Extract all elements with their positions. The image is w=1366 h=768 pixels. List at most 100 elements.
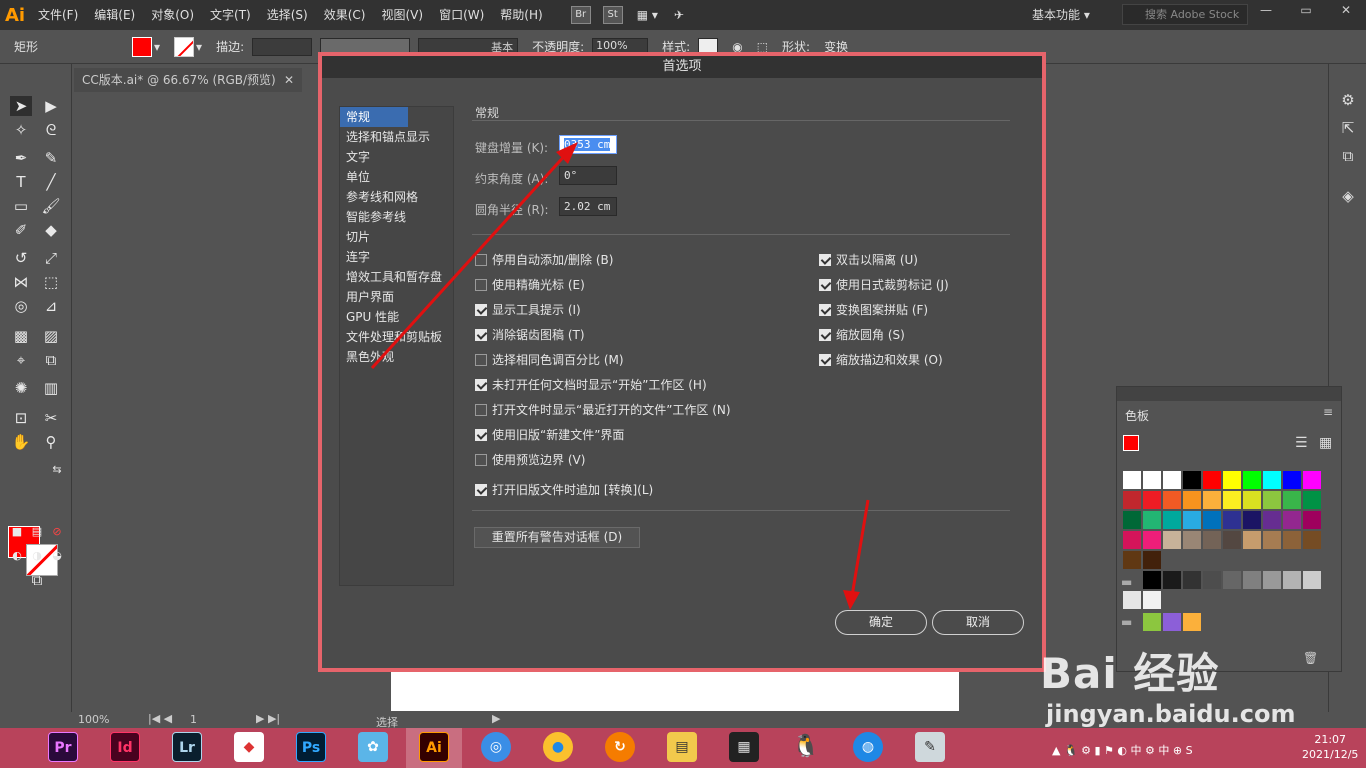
premiere-icon[interactable]: Pr: [48, 732, 78, 762]
color-swatch[interactable]: [1183, 471, 1201, 489]
scale-tool-icon[interactable]: ⤢: [40, 248, 62, 268]
stroke-color-swatch[interactable]: [174, 36, 195, 57]
option-checkbox[interactable]: 打开旧版文件时追加 [转换](L): [475, 481, 653, 498]
color-swatch[interactable]: [1123, 471, 1141, 489]
color-swatch[interactable]: [1283, 511, 1301, 529]
unchecked-box-icon[interactable]: [475, 278, 487, 291]
menu-file[interactable]: 文件(F): [30, 0, 86, 30]
gray-swatch[interactable]: [1243, 571, 1261, 589]
color-swatch[interactable]: [1243, 491, 1261, 509]
direct-selection-tool-icon[interactable]: ▶: [40, 96, 62, 116]
rotate-tool-icon[interactable]: ↺: [10, 248, 32, 268]
color-swatch[interactable]: [1243, 471, 1261, 489]
color-swatch[interactable]: [1263, 531, 1281, 549]
color-swatch[interactable]: [1143, 491, 1161, 509]
curvature-tool-icon[interactable]: ✎: [40, 148, 62, 168]
color-swatch[interactable]: [1123, 511, 1141, 529]
lightroom-icon[interactable]: Lr: [172, 732, 202, 762]
file-explorer-icon[interactable]: ▤: [667, 732, 697, 762]
gradient-mode-icon[interactable]: ▤: [26, 522, 48, 542]
category-item[interactable]: 用户界面: [340, 287, 453, 307]
checked-box-icon[interactable]: [819, 353, 831, 366]
illustrator-icon[interactable]: Ai: [419, 732, 449, 762]
eyedropper-tool-icon[interactable]: ⌖: [10, 350, 32, 370]
system-tray[interactable]: ▲ 🐧 ⚙ ▮ ⚑ ◐ 中 ⚙ 中 ⊕ S: [1052, 742, 1193, 758]
color-swatch[interactable]: [1283, 471, 1301, 489]
checked-box-icon[interactable]: [819, 303, 831, 316]
color-swatch[interactable]: [1263, 491, 1281, 509]
color-swatch[interactable]: [1203, 471, 1221, 489]
checked-box-icon[interactable]: [475, 328, 487, 341]
option-checkbox[interactable]: 使用精确光标 (E): [475, 276, 585, 293]
menu-edit[interactable]: 编辑(E): [86, 0, 143, 30]
panel-header[interactable]: [1117, 387, 1341, 401]
qq-icon[interactable]: 🐧: [791, 732, 821, 762]
screen-mode-icon[interactable]: ⧉: [26, 570, 48, 590]
close-icon[interactable]: ✕: [1326, 0, 1366, 20]
layers-icon[interactable]: ◈: [1338, 186, 1358, 206]
color-swatch[interactable]: [1303, 471, 1321, 489]
perspective-grid-tool-icon[interactable]: ⊿: [40, 296, 62, 316]
gray-swatch[interactable]: [1143, 591, 1161, 609]
menu-type[interactable]: 文字(T): [202, 0, 259, 30]
category-item[interactable]: 单位: [340, 167, 453, 187]
color-swatch[interactable]: [1163, 471, 1181, 489]
browser2-icon[interactable]: ◍: [853, 732, 883, 762]
category-item[interactable]: 增效工具和暂存盘: [340, 267, 453, 287]
stock-search-input[interactable]: 搜索 Adobe Stock: [1122, 4, 1248, 25]
stock-button[interactable]: St: [602, 6, 623, 24]
unchecked-box-icon[interactable]: [475, 453, 487, 466]
category-item[interactable]: GPU 性能: [340, 307, 453, 327]
chrome-icon[interactable]: ●: [543, 732, 573, 762]
blend-tool-icon[interactable]: ⧉: [40, 350, 62, 370]
indesign-icon[interactable]: Id: [110, 732, 140, 762]
menu-effect[interactable]: 效果(C): [316, 0, 374, 30]
color-swatch[interactable]: [1303, 511, 1321, 529]
photoshop-icon[interactable]: Ps: [296, 732, 326, 762]
gray-swatch[interactable]: [1263, 571, 1281, 589]
option-checkbox[interactable]: 打开文件时显示“最近打开的文件”工作区 (N): [475, 401, 731, 418]
gradient-tool-icon[interactable]: ▨: [40, 326, 62, 346]
symbol-sprayer-tool-icon[interactable]: ✺: [10, 378, 32, 398]
width-tool-icon[interactable]: ⋈: [10, 272, 32, 292]
search-app-icon[interactable]: ◎: [481, 732, 511, 762]
group-swatch[interactable]: [1183, 613, 1201, 631]
color-swatch[interactable]: [1243, 531, 1261, 549]
color-swatch[interactable]: [1143, 471, 1161, 489]
artboard-canvas[interactable]: [391, 672, 959, 712]
color-swatch[interactable]: [1123, 531, 1141, 549]
option-checkbox[interactable]: 使用日式裁剪标记 (J): [819, 276, 949, 293]
slice-tool-icon[interactable]: ✂: [40, 408, 62, 428]
color-swatch[interactable]: [1223, 471, 1241, 489]
menu-object[interactable]: 对象(O): [143, 0, 202, 30]
color-swatch[interactable]: [1183, 531, 1201, 549]
color-swatch[interactable]: [1283, 531, 1301, 549]
category-item[interactable]: 选择和锚点显示: [340, 127, 453, 147]
gray-swatch[interactable]: [1163, 571, 1181, 589]
gray-swatch[interactable]: [1143, 571, 1161, 589]
checked-box-icon[interactable]: [819, 328, 831, 341]
lasso-tool-icon[interactable]: ᘓ: [40, 120, 62, 140]
unchecked-box-icon[interactable]: [475, 353, 487, 366]
option-checkbox[interactable]: 未打开任何文档时显示“开始”工作区 (H): [475, 376, 707, 393]
color-swatch[interactable]: [1263, 511, 1281, 529]
gray-swatch[interactable]: [1183, 571, 1201, 589]
color-swatch[interactable]: [1223, 511, 1241, 529]
chevron-down-icon[interactable]: ▾: [196, 40, 202, 54]
image-trace-icon[interactable]: ⚙: [1338, 90, 1358, 110]
color-swatch[interactable]: [1183, 491, 1201, 509]
gpu-rocket-icon[interactable]: ✈: [666, 0, 692, 30]
option-checkbox[interactable]: 缩放圆角 (S): [819, 326, 905, 343]
thumbnail-view-icon[interactable]: ▦: [1319, 435, 1332, 451]
option-checkbox[interactable]: 显示工具提示 (I): [475, 301, 581, 318]
color-swatch[interactable]: [1163, 491, 1181, 509]
option-checkbox[interactable]: 停用自动添加/删除 (B): [475, 251, 613, 268]
color-swatch[interactable]: [1143, 531, 1161, 549]
swatches-tab[interactable]: 色板: [1125, 407, 1149, 424]
graph-tool-icon[interactable]: ▥: [40, 378, 62, 398]
reset-warnings-button[interactable]: 重置所有警告对话框 (D): [474, 527, 640, 548]
color-swatch[interactable]: [1203, 531, 1221, 549]
ok-button[interactable]: 确定: [835, 610, 927, 635]
menu-window[interactable]: 窗口(W): [431, 0, 492, 30]
keyboard-increment-input[interactable]: 0353 cm: [559, 135, 617, 154]
